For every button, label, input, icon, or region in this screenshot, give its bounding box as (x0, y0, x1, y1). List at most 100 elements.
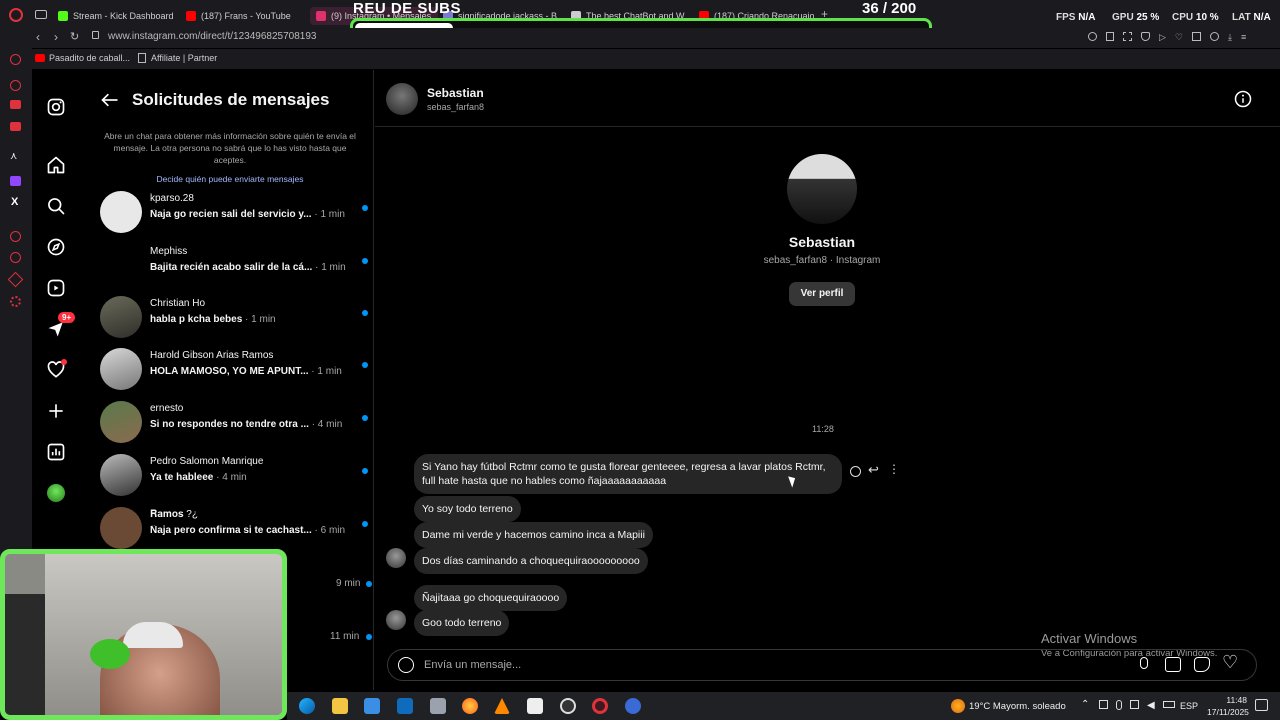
menu-icon[interactable]: ≡ (1241, 32, 1246, 43)
profile-subtitle: sebas_farfan8 · Instagram (763, 255, 881, 266)
search-icon[interactable] (44, 194, 68, 218)
usb-icon[interactable] (1099, 700, 1108, 709)
preview-text: Si no respondes no tendre otra ... (150, 419, 309, 430)
request-item[interactable]: 𝐑𝐚𝐦𝐨𝐬 ?¿ Ñaja pero confirma si te cachas… (100, 505, 368, 551)
message-input[interactable]: Envía un mensaje... (424, 659, 521, 671)
request-item[interactable]: ernesto Si no respondes no tendre otra .… (100, 399, 368, 445)
instagram-logo-icon[interactable] (44, 95, 68, 119)
chat-name[interactable]: Sebastian (427, 86, 484, 100)
chat-avatar[interactable] (386, 83, 418, 115)
message-bubble[interactable]: Ñajitaaa go choquequiraoooo (414, 585, 568, 611)
create-icon[interactable] (44, 399, 68, 423)
request-item[interactable]: kparso.28 Ñaja go recien sali del servic… (100, 189, 368, 235)
request-item[interactable]: Mephiss Bajita recién acabo salir de la … (100, 242, 368, 288)
lock-icon (92, 31, 99, 39)
notifications-center-icon[interactable] (1255, 699, 1268, 711)
kick-sidebar-icon[interactable]: ⋏ (10, 152, 21, 162)
message-bubble[interactable]: Goo todo terreno (414, 610, 510, 636)
bookmark-pasadito[interactable]: Pasadito de caball... (49, 53, 130, 63)
forward-icon[interactable]: › (54, 30, 58, 44)
explore-icon[interactable] (44, 235, 68, 259)
clock[interactable]: 11:48 17/11/2025 (1207, 694, 1249, 718)
tab-kick[interactable]: Stream - Kick Dashboard (58, 7, 180, 25)
opera-taskbar-icon[interactable] (592, 698, 608, 714)
player-icon[interactable] (10, 231, 21, 242)
twitch-icon[interactable] (10, 176, 21, 186)
edge-icon[interactable] (299, 698, 315, 714)
webcam-hand (90, 639, 130, 669)
obs-icon[interactable] (560, 698, 576, 714)
store-icon[interactable] (364, 698, 380, 714)
reels-icon[interactable] (44, 276, 68, 300)
app-icon[interactable] (430, 698, 446, 714)
back-icon[interactable]: ‹ (36, 30, 40, 44)
home-icon[interactable] (44, 153, 68, 177)
x-icon[interactable]: X (11, 196, 18, 208)
back-arrow-icon[interactable] (100, 90, 120, 115)
message-bubble[interactable]: Dame mi verde y hacemos camino inca a Ma… (414, 522, 653, 548)
opera-logo-icon[interactable] (9, 8, 23, 22)
shield-icon[interactable] (1141, 32, 1150, 41)
sticker-icon[interactable] (1194, 657, 1210, 672)
workspaces-icon[interactable] (35, 10, 47, 19)
pin-icon[interactable] (1106, 32, 1114, 41)
download-icon[interactable]: ⤓ (1228, 32, 1232, 43)
react-icon[interactable] (850, 466, 861, 477)
url-field[interactable]: www.instagram.com/direct/t/1234968257081… (108, 31, 316, 42)
play-icon[interactable]: ▷ (1159, 32, 1166, 43)
microphone-icon[interactable] (1140, 657, 1148, 669)
history-icon[interactable] (10, 252, 21, 263)
extensions-icon[interactable] (1192, 32, 1201, 41)
battery-icon[interactable] (1162, 701, 1175, 708)
chat-icon[interactable] (10, 100, 21, 109)
like-heart-icon[interactable]: ♡ (1222, 652, 1238, 673)
request-preview: HOLA MAMOSO, YO ME APUNT... · 1 min (150, 366, 355, 377)
view-profile-button[interactable]: Ver perfil (789, 282, 855, 306)
language-indicator[interactable]: ESP (1180, 701, 1198, 711)
unread-dot (366, 634, 372, 640)
notifications-icon[interactable] (44, 358, 68, 382)
file-explorer-icon[interactable] (332, 698, 348, 714)
pinboard-icon[interactable] (7, 271, 24, 288)
opera-gx-icon[interactable] (625, 698, 641, 714)
profile-avatar[interactable] (44, 481, 68, 505)
chevron-up-icon[interactable]: ⌃ (1081, 699, 1089, 710)
tab-youtube-frans[interactable]: (187) Frans - YouTube (186, 7, 306, 25)
network-icon[interactable] (1130, 700, 1139, 709)
screenshot-icon[interactable] (1123, 32, 1132, 41)
heart-icon[interactable]: ♡ (1175, 32, 1183, 43)
messenger-icon[interactable] (10, 80, 21, 91)
request-item[interactable]: Harold Gibson Arias Ramos HOLA MAMOSO, Y… (100, 346, 368, 392)
reload-icon[interactable]: ↻ (70, 30, 79, 43)
messages-icon[interactable]: 9+ (44, 312, 76, 341)
settings-icon[interactable] (10, 296, 21, 307)
info-icon[interactable] (1234, 90, 1252, 113)
bookmark-affiliate[interactable]: Affiliate | Partner (151, 53, 217, 63)
outlook-icon[interactable] (397, 698, 413, 714)
dashboard-icon[interactable] (44, 440, 68, 464)
weather-text[interactable]: 19°C Mayorm. soleado (969, 701, 1066, 712)
message-bubble[interactable]: Si Yano hay fútbol Rctmr como te gusta f… (414, 454, 842, 494)
notepad-icon[interactable] (527, 698, 543, 714)
message-bubble[interactable]: Dos días caminando a choquequiraoooooooo… (414, 548, 648, 574)
firefox-icon[interactable] (462, 698, 478, 714)
message-bubble[interactable]: Yo soy todo terreno (414, 496, 521, 522)
image-icon[interactable] (1165, 657, 1181, 672)
vlc-icon[interactable] (494, 698, 510, 714)
reply-icon[interactable]: ↩ (868, 462, 879, 478)
message-composer: Envía un mensaje... ♡ (387, 649, 1257, 681)
profile-icon[interactable] (1210, 32, 1219, 41)
unread-dot (362, 415, 368, 421)
zoom-icon[interactable] (1088, 32, 1097, 41)
emoji-icon[interactable] (398, 657, 414, 673)
volume-icon[interactable]: ◀ (1147, 700, 1155, 711)
request-item[interactable]: Pedro Salomon Manrique Ya te hableee · 4… (100, 452, 368, 498)
clock-date: 17/11/2025 (1207, 707, 1249, 717)
more-options-icon[interactable]: ⋮ (888, 462, 900, 476)
youtube-sidebar-icon[interactable] (10, 122, 21, 131)
request-item[interactable]: Christian Ho habla p kcha bebes · 1 min (100, 294, 368, 340)
who-can-message-link[interactable]: Decide quién puede enviarte mensajes (100, 174, 360, 184)
unread-dot (362, 205, 368, 211)
mic-icon[interactable] (1116, 700, 1122, 710)
aria-icon[interactable] (10, 54, 21, 65)
